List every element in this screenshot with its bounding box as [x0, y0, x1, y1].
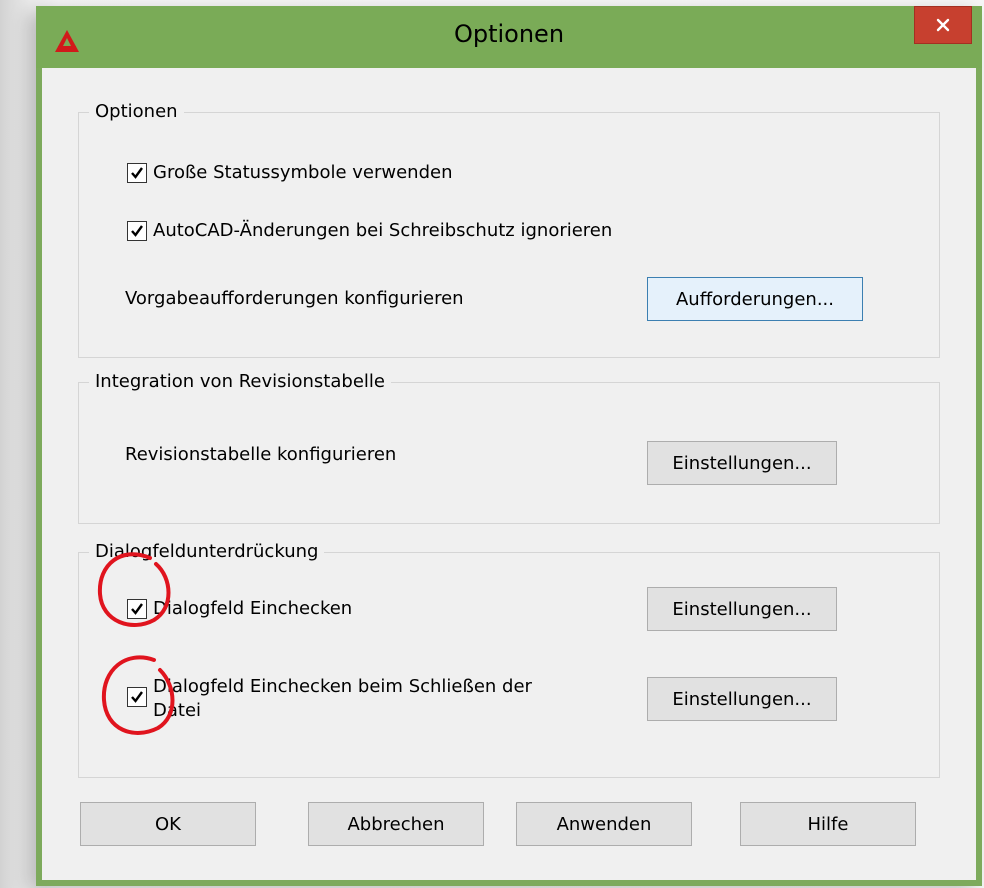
revision-settings-button[interactable]: Einstellungen...	[647, 441, 837, 485]
checkin-close-label-line2: Datei	[153, 700, 202, 721]
checkin-close-checkbox-row[interactable]: Dialogfeld Einchecken beim Schließen der…	[127, 675, 532, 723]
title-bar[interactable]: Optionen	[36, 6, 982, 68]
group-suppress-title: Dialogfeldunterdrückung	[89, 540, 325, 564]
group-suppress: Dialogfeldunterdrückung Dialogfeld Einch…	[78, 540, 940, 778]
close-button[interactable]	[914, 6, 972, 44]
revision-config-label: Revisionstabelle konfigurieren	[125, 444, 397, 465]
checkmark-icon	[131, 167, 143, 179]
checkin-checkbox-row[interactable]: Dialogfeld Einchecken	[127, 597, 352, 621]
help-button[interactable]: Hilfe	[740, 802, 916, 846]
prompts-label: Vorgabeaufforderungen konfigurieren	[125, 288, 464, 309]
checkin-label: Dialogfeld Einchecken	[153, 598, 353, 619]
checkin-settings-button[interactable]: Einstellungen...	[647, 587, 837, 631]
ignore-readonly-checkbox[interactable]	[127, 221, 147, 241]
checkmark-icon	[131, 225, 143, 237]
window-title: Optionen	[453, 20, 565, 48]
apply-button[interactable]: Anwenden	[516, 802, 692, 846]
dialog-body: Optionen Große Statussymbole verwenden A…	[42, 68, 976, 880]
checkin-close-label-line1: Dialogfeld Einchecken beim Schließen der	[153, 676, 532, 697]
checkin-checkbox[interactable]	[127, 599, 147, 619]
checkin-close-checkbox[interactable]	[127, 687, 147, 707]
large-icons-checkbox-row[interactable]: Große Statussymbole verwenden	[127, 161, 453, 185]
ignore-readonly-label: AutoCAD-Änderungen bei Schreibschutz ign…	[153, 220, 613, 241]
checkmark-icon	[131, 691, 143, 703]
checkin-close-settings-button[interactable]: Einstellungen...	[647, 677, 837, 721]
group-options: Optionen Große Statussymbole verwenden A…	[78, 100, 940, 358]
ok-button[interactable]: OK	[80, 802, 256, 846]
group-revision: Integration von Revisionstabelle Revisio…	[78, 370, 940, 524]
cancel-button[interactable]: Abbrechen	[308, 802, 484, 846]
group-options-title: Optionen	[89, 100, 184, 124]
large-icons-label: Große Statussymbole verwenden	[153, 162, 453, 183]
group-revision-title: Integration von Revisionstabelle	[89, 370, 391, 394]
prompts-button[interactable]: Aufforderungen...	[647, 277, 863, 321]
ignore-readonly-checkbox-row[interactable]: AutoCAD-Änderungen bei Schreibschutz ign…	[127, 219, 612, 243]
checkin-close-label: Dialogfeld Einchecken beim Schließen der…	[153, 675, 532, 723]
autocad-logo-icon	[55, 30, 79, 52]
options-dialog: Optionen Optionen Große Statussymbole ve…	[36, 6, 982, 886]
close-icon	[936, 18, 950, 32]
large-icons-checkbox[interactable]	[127, 163, 147, 183]
checkmark-icon	[131, 603, 143, 615]
